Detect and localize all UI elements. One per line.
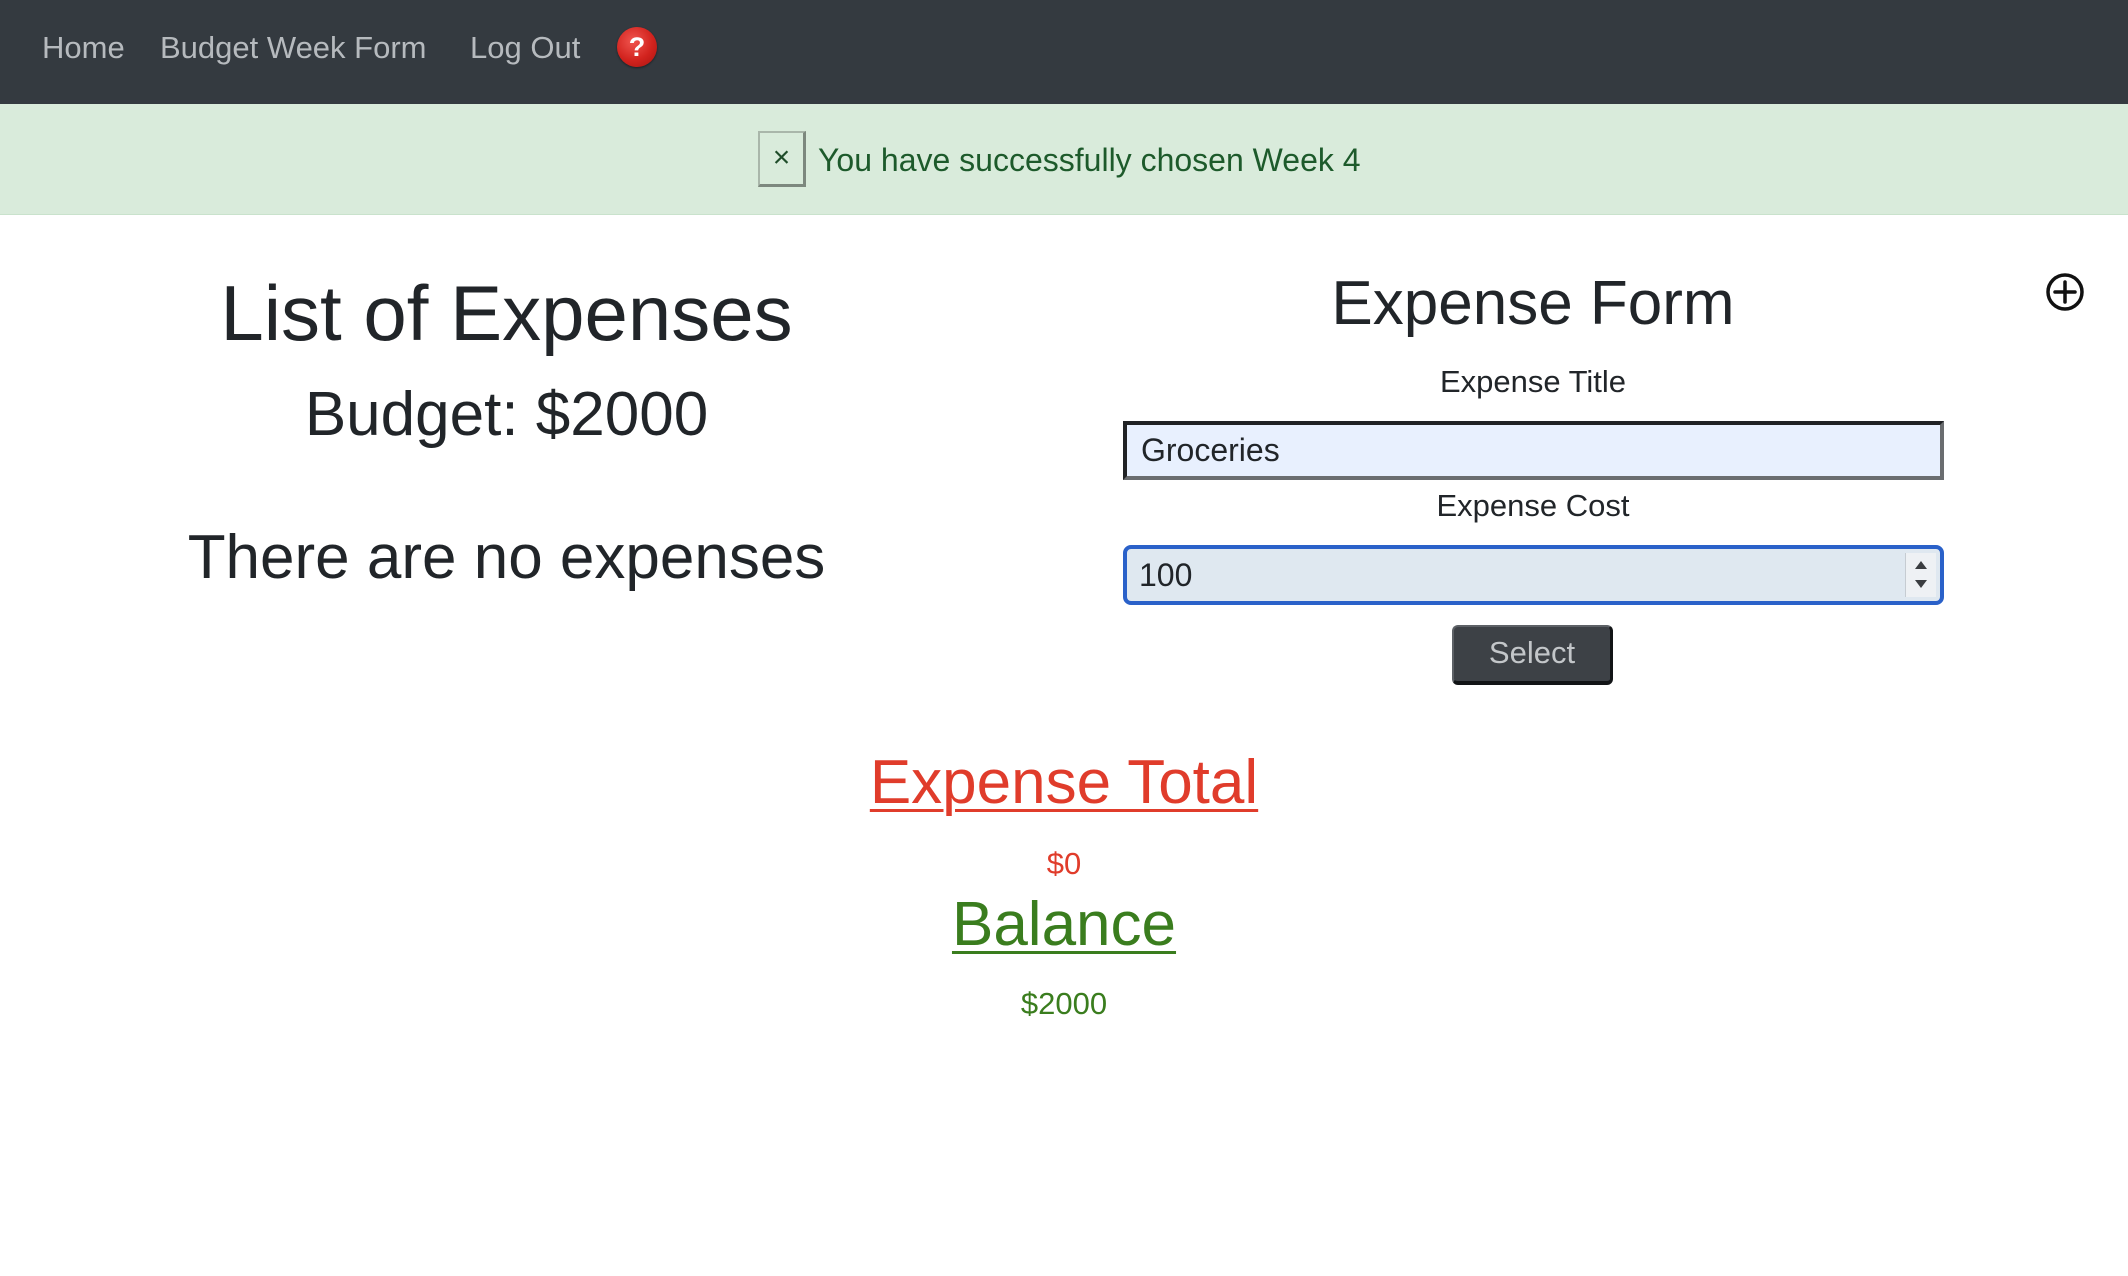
nav-link-home[interactable]: Home xyxy=(42,26,125,70)
expense-total-heading: Expense Total xyxy=(869,748,1259,817)
success-alert: × You have successfully chosen Week 4 xyxy=(0,104,2128,215)
budget-amount: Budget: $2000 xyxy=(304,380,709,449)
expense-title-label: Expense Title xyxy=(1439,364,1627,399)
spin-up-icon[interactable] xyxy=(1915,561,1927,569)
alert-message: You have successfully chosen Week 4 xyxy=(818,142,1361,178)
nav-link-log-out[interactable]: Log Out xyxy=(470,26,580,70)
expense-form-title: Expense Form xyxy=(1331,269,1735,338)
balance-heading: Balance xyxy=(951,890,1177,959)
expense-cost-label: Expense Cost xyxy=(1436,488,1630,523)
navbar: Home Budget Week Form Log Out ? xyxy=(0,0,2128,104)
spin-down-icon[interactable] xyxy=(1915,580,1927,588)
number-spinner[interactable] xyxy=(1905,553,1936,597)
expense-cost-input[interactable] xyxy=(1127,549,1887,601)
alert-close-button[interactable]: × xyxy=(758,131,806,187)
nav-link-budget-week-form[interactable]: Budget Week Form xyxy=(160,26,426,70)
empty-expenses-message: There are no expenses xyxy=(187,523,826,592)
plus-circle-icon[interactable] xyxy=(2045,272,2085,312)
question-circle-icon[interactable]: ? xyxy=(617,27,657,67)
expenses-list-title: List of Expenses xyxy=(220,269,793,357)
balance-value: $2000 xyxy=(1020,986,1108,1021)
expense-total-value: $0 xyxy=(1046,846,1082,881)
select-button[interactable]: Select xyxy=(1452,625,1613,685)
expense-cost-field[interactable] xyxy=(1123,545,1944,605)
expense-title-input[interactable] xyxy=(1123,421,1944,480)
